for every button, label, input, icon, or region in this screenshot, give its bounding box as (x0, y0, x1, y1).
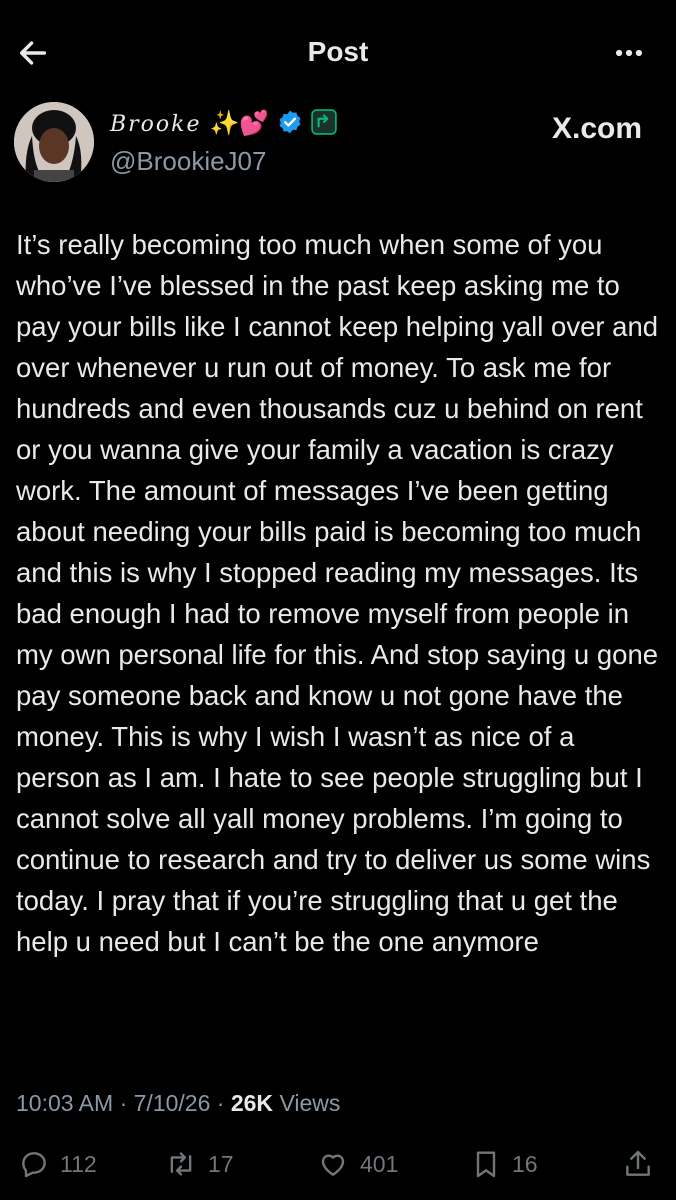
post-meta: 10:03 AM · 7/10/26 · 26K Views (16, 1090, 341, 1116)
views-label: Views (279, 1090, 341, 1116)
page-title: Post (307, 36, 369, 67)
avatar[interactable] (14, 102, 94, 182)
more-options-icon[interactable] (612, 36, 646, 70)
subscription-badge-icon (311, 108, 338, 140)
heart-icon (316, 1148, 350, 1180)
repost-icon (164, 1148, 198, 1180)
reply-icon (18, 1148, 50, 1180)
bookmark-count: 16 (512, 1150, 538, 1177)
post-time: 10:03 AM (16, 1090, 114, 1116)
like-button[interactable]: 401 (316, 1148, 398, 1180)
author-emojis: ✨💕 (209, 110, 270, 137)
author-display-name[interactable]: Brooke (110, 112, 202, 137)
post-text: It’s really becoming too much when some … (16, 229, 659, 957)
views-count: 26K (230, 1090, 274, 1116)
reply-count: 112 (60, 1150, 97, 1177)
x-com-watermark: X.com (551, 112, 642, 145)
verified-badge-icon (277, 109, 303, 140)
reply-button[interactable]: 112 (18, 1148, 97, 1180)
share-icon (622, 1148, 654, 1180)
action-bar: 112 17 401 16 (0, 1148, 676, 1182)
share-button[interactable] (622, 1148, 654, 1180)
author-name-row: Brooke ✨💕 (110, 108, 338, 140)
bookmark-button[interactable]: 16 (470, 1148, 538, 1180)
bookmark-icon (470, 1148, 502, 1180)
post-date: 7/10/26 (133, 1090, 211, 1116)
author-handle[interactable]: @BrookieJ07 (110, 146, 266, 177)
like-count: 401 (360, 1150, 399, 1177)
repost-count: 17 (208, 1150, 234, 1177)
repost-button[interactable]: 17 (164, 1148, 234, 1180)
top-bar: Post (0, 0, 676, 106)
